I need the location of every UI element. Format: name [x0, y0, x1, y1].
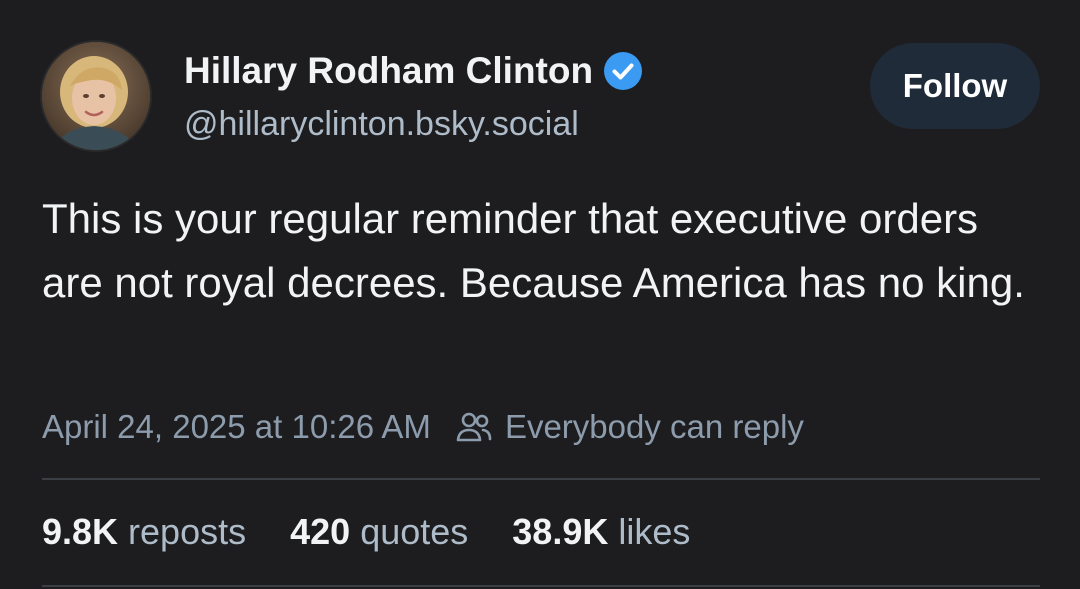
verified-check-icon[interactable] [603, 51, 643, 91]
author-display-name[interactable]: Hillary Rodham Clinton [184, 48, 593, 94]
divider [42, 585, 1040, 587]
post-text: This is your regular reminder that execu… [42, 195, 1025, 306]
reply-setting-label: Everybody can reply [504, 408, 804, 445]
quotes-count: 420 [290, 511, 351, 552]
likes-label: likes [618, 511, 691, 552]
likes-count: 38.9K [512, 511, 609, 552]
reply-setting[interactable]: Everybody can reply [455, 405, 804, 449]
quotes-label: quotes [360, 511, 469, 552]
reposts-count: 9.8K [42, 511, 119, 552]
likes-stat[interactable]: 38.9K likes [512, 508, 690, 556]
reposts-stat[interactable]: 9.8K reposts [42, 508, 246, 556]
quotes-stat[interactable]: 420 quotes [290, 508, 468, 556]
engagement-stats: 9.8K reposts 420 quotes 38.9K likes [42, 508, 734, 556]
post-meta: April 24, 2025 at 10:26 AM Everybody can… [42, 405, 804, 449]
avatar[interactable] [42, 42, 150, 150]
post-thread-item: Hillary Rodham Clinton @hillaryclinton.b… [0, 0, 1080, 589]
people-icon [456, 412, 492, 442]
avatar-image [42, 42, 150, 150]
divider [42, 478, 1040, 480]
post-timestamp[interactable]: April 24, 2025 at 10:26 AM [42, 405, 431, 449]
author-handle[interactable]: @hillaryclinton.bsky.social [184, 102, 579, 146]
reposts-label: reposts [128, 511, 247, 552]
follow-button[interactable]: Follow [870, 43, 1040, 129]
author-name-row: Hillary Rodham Clinton [184, 48, 643, 94]
